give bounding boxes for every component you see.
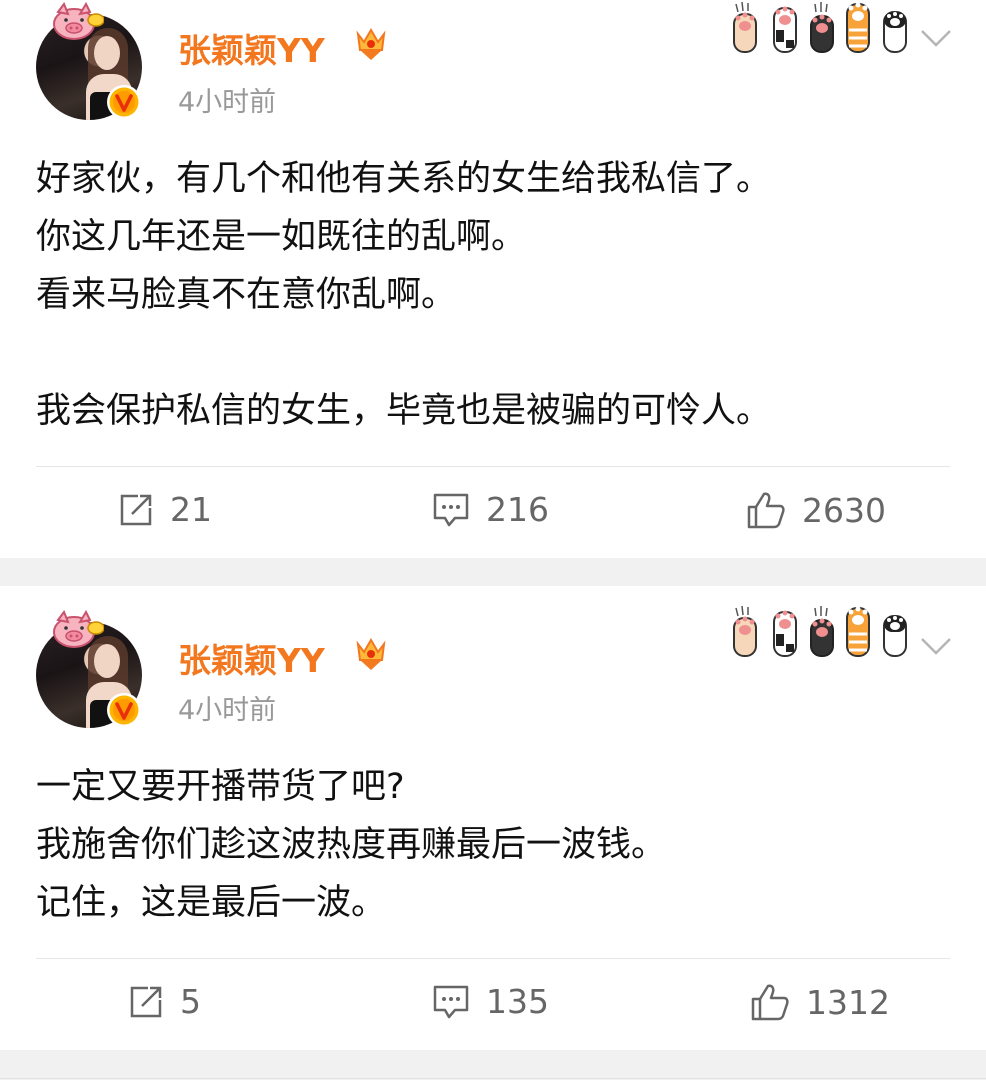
post-separator [0,1050,986,1080]
post-line: 我施舍你们趁这波热度再赚最后一波钱。 [36,825,667,865]
divider [0,1078,986,1079]
cat-paws-icon [733,605,907,657]
avatar[interactable] [36,2,142,120]
comment-button[interactable]: 216 [432,490,549,529]
post-time: 4小时前 [178,695,277,726]
post-card: 张颖颖YY 4小时前 [0,586,986,1050]
repost-count: 5 [180,982,201,1021]
repost-count: 21 [170,490,212,529]
comment-icon [433,985,469,1018]
pig-decoration-icon [53,610,104,648]
post-line: 我会保护私信的女生，毕竟也是被骗的可怜人。 [36,391,772,431]
post-line: 你这几年还是一如既往的乱啊。 [36,217,527,257]
like-button[interactable]: 2630 [746,490,886,530]
author-name[interactable]: 张颖颖YY [178,634,325,682]
author-name[interactable]: 张颖颖YY [178,24,325,72]
like-button[interactable]: 1312 [750,982,890,1022]
divider [36,958,950,959]
post-line: 一定又要开播带货了吧? [36,767,405,807]
post-separator [0,558,986,586]
comment-button[interactable]: 135 [432,982,549,1021]
chevron-down-icon[interactable] [920,28,952,48]
post-card: 张颖颖YY 4小时前 [0,0,986,558]
comment-count: 216 [486,490,549,529]
weibo-feed: 张颖颖YY 4小时前 好家伙，有几个和他有关系的女生给我私信了。 你这几年还是一… [0,0,986,1080]
member-crown-icon [356,638,386,670]
share-icon [130,986,162,1017]
post-line [36,324,771,382]
repost-button[interactable]: 5 [128,982,201,1021]
share-icon [120,494,152,525]
post-line: 看来马脸真不在意你乱啊。 [36,275,457,315]
avatar[interactable] [36,610,142,728]
comment-icon [433,493,469,526]
thumbs-up-icon [751,984,789,1021]
comment-count: 135 [486,982,549,1021]
divider [36,466,950,467]
post-line: 好家伙，有几个和他有关系的女生给我私信了。 [36,159,772,199]
post-time: 4小时前 [178,87,277,118]
post-line: 记住，这是最后一波。 [36,883,387,923]
like-count: 1312 [806,982,890,1022]
post-body: 一定又要开播带货了吧? 我施舍你们趁这波热度再赚最后一波钱。 记住，这是最后一波… [36,758,666,932]
like-count: 2630 [802,490,886,530]
thumbs-up-icon [747,492,785,529]
chevron-down-icon[interactable] [920,636,952,656]
verified-badge-icon [107,693,141,727]
member-crown-icon [356,28,386,60]
repost-button[interactable]: 21 [118,490,212,529]
post-body: 好家伙，有几个和他有关系的女生给我私信了。 你这几年还是一如既往的乱啊。 看来马… [36,150,771,440]
pig-decoration-icon [53,2,104,40]
cat-paws-icon [733,1,907,53]
verified-badge-icon [107,85,141,119]
